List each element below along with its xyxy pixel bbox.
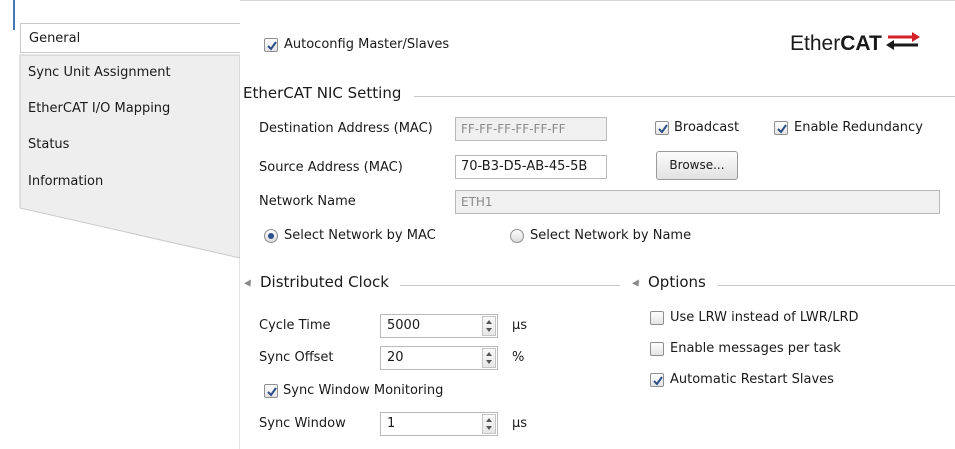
- sync-offset-unit: %: [512, 350, 525, 365]
- sync-window-monitoring-checkbox[interactable]: [264, 384, 278, 398]
- cycle-time-label: Cycle Time: [259, 318, 331, 333]
- enable-messages-label: Enable messages per task: [670, 341, 841, 356]
- ethercat-logo-bold: CAT: [840, 32, 882, 55]
- broadcast-checkbox[interactable]: [655, 121, 669, 135]
- clock-section-divider: [400, 285, 620, 286]
- source-address-field[interactable]: 70-B3-D5-AB-45-5B: [455, 155, 607, 179]
- automatic-restart-label: Automatic Restart Slaves: [670, 372, 834, 387]
- tab-ethercat-io-mapping[interactable]: EtherCAT I/O Mapping: [20, 94, 235, 124]
- sync-window-label: Sync Window: [259, 416, 346, 431]
- network-name-field[interactable]: ETH1: [455, 190, 940, 214]
- enable-messages-checkbox[interactable]: [650, 342, 664, 356]
- sync-offset-stepper[interactable]: 20: [380, 346, 498, 370]
- clock-collapse-icon[interactable]: [244, 279, 254, 289]
- enable-redundancy-checkbox[interactable]: [774, 121, 788, 135]
- clock-section-title: Distributed Clock: [260, 273, 389, 291]
- nic-section-title: EtherCAT NIC Setting: [243, 84, 402, 102]
- use-lrw-label: Use LRW instead of LWR/LRD: [670, 310, 859, 325]
- options-section-title: Options: [648, 273, 706, 291]
- tab-information[interactable]: Information: [20, 167, 235, 197]
- enable-redundancy-label: Enable Redundancy: [794, 120, 923, 135]
- select-by-mac-label: Select Network by MAC: [284, 228, 436, 243]
- sync-window-spin-arrows[interactable]: [482, 414, 496, 434]
- tab-general[interactable]: General: [20, 23, 240, 53]
- cycle-time-value: 5000: [387, 318, 421, 333]
- network-name-label: Network Name: [259, 194, 356, 209]
- tab-panel: General Sync Unit Assignment EtherCAT I/…: [0, 0, 240, 449]
- sync-window-stepper[interactable]: 1: [380, 412, 498, 436]
- options-section-divider: [718, 285, 955, 286]
- top-border: [240, 0, 955, 1]
- options-collapse-icon[interactable]: [632, 279, 642, 289]
- source-address-label: Source Address (MAC): [259, 160, 403, 175]
- tab-sync-unit-assignment[interactable]: Sync Unit Assignment: [20, 58, 235, 88]
- browse-button[interactable]: Browse...: [656, 151, 738, 180]
- cycle-time-stepper[interactable]: 5000: [380, 314, 498, 338]
- cycle-time-spin-arrows[interactable]: [482, 316, 496, 336]
- ethercat-logo: EtherCAT: [790, 32, 920, 58]
- broadcast-label: Broadcast: [674, 120, 740, 135]
- sync-window-value: 1: [387, 416, 396, 431]
- automatic-restart-checkbox[interactable]: [650, 373, 664, 387]
- ethercat-logo-arrows: [886, 32, 920, 50]
- select-by-name-radio[interactable]: [510, 229, 524, 243]
- cycle-time-unit: µs: [512, 318, 528, 333]
- select-by-name-label: Select Network by Name: [530, 228, 692, 243]
- sync-window-monitoring-label: Sync Window Monitoring: [283, 383, 444, 398]
- use-lrw-checkbox[interactable]: [650, 311, 664, 325]
- sync-offset-value: 20: [387, 350, 404, 365]
- autoconfig-checkbox[interactable]: [264, 38, 278, 52]
- autoconfig-label: Autoconfig Master/Slaves: [284, 37, 450, 52]
- select-by-mac-radio[interactable]: [264, 229, 278, 243]
- nic-section-divider: [414, 96, 955, 97]
- sync-window-unit: µs: [512, 416, 528, 431]
- sync-offset-spin-arrows[interactable]: [482, 348, 496, 368]
- sync-offset-label: Sync Offset: [259, 350, 334, 365]
- ethercat-logo-text: Ether: [790, 32, 841, 55]
- tab-status[interactable]: Status: [20, 130, 235, 160]
- destination-address-label: Destination Address (MAC): [259, 121, 433, 136]
- destination-address-field[interactable]: FF-FF-FF-FF-FF-FF: [455, 117, 607, 141]
